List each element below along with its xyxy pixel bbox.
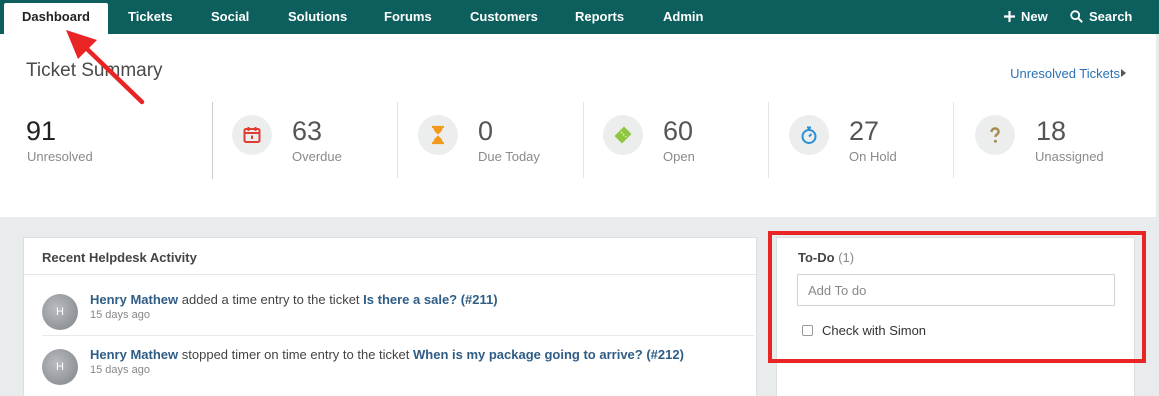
unresolved-tickets-link[interactable]: Unresolved Tickets <box>1010 66 1120 81</box>
avatar[interactable]: H <box>42 294 78 330</box>
todo-count: (1) <box>838 250 855 265</box>
divider <box>768 102 769 178</box>
avatar[interactable]: H <box>42 349 78 385</box>
todo-title: To-Do <box>798 250 835 265</box>
tab-admin[interactable]: Admin <box>663 0 703 34</box>
ticket-link[interactable]: When is my package going to arrive? (#21… <box>413 347 684 362</box>
ticket-link[interactable]: Is there a sale? (#211) <box>363 292 497 307</box>
search-icon <box>1070 9 1083 23</box>
calendar-icon <box>232 115 272 155</box>
stat-label: Overdue <box>292 149 342 164</box>
stat-open[interactable]: 60 Open <box>603 102 768 178</box>
divider <box>953 102 954 178</box>
stat-label: Unassigned <box>1035 149 1104 164</box>
stat-label: Open <box>663 149 695 164</box>
stat-value: 63 <box>292 116 323 146</box>
todo-panel: To-Do (1) Check with Simon <box>776 237 1135 396</box>
timestamp: 15 days ago <box>90 309 150 321</box>
tab-customers[interactable]: Customers <box>470 0 538 34</box>
stat-due-today[interactable]: 0 Due Today <box>418 102 583 178</box>
search-button[interactable]: Search <box>1070 0 1132 34</box>
new-button[interactable]: New <box>1004 0 1048 34</box>
hourglass-icon <box>418 115 458 155</box>
stat-unassigned[interactable]: 18 Unassigned <box>975 102 1135 178</box>
tab-reports[interactable]: Reports <box>575 0 624 34</box>
question-icon <box>975 115 1015 155</box>
todo-item-label: Check with Simon <box>822 323 927 338</box>
page-title: Ticket Summary <box>26 60 163 81</box>
stat-value: 91 <box>26 116 57 146</box>
activity-text: Henry Mathew added a time entry to the t… <box>90 292 498 307</box>
divider <box>42 335 754 336</box>
stat-on-hold[interactable]: 27 On Hold <box>789 102 953 178</box>
divider <box>583 102 584 178</box>
activity-action: added a time entry to the ticket <box>181 292 360 307</box>
stopwatch-icon <box>789 115 829 155</box>
ticket-icon <box>603 115 643 155</box>
timestamp: 15 days ago <box>90 364 150 376</box>
stat-value: 27 <box>849 116 880 146</box>
stat-label: Unresolved <box>27 149 93 164</box>
todo-checkbox[interactable] <box>802 325 813 336</box>
activity-action: stopped timer on time entry to the ticke… <box>181 347 410 362</box>
panel-title: Recent Helpdesk Activity <box>42 250 197 265</box>
stat-value: 18 <box>1036 116 1067 146</box>
divider <box>212 102 213 179</box>
user-link[interactable]: Henry Mathew <box>90 292 178 307</box>
activity-text: Henry Mathew stopped timer on time entry… <box>90 347 684 362</box>
recent-activity-panel: Recent Helpdesk Activity H Henry Mathew … <box>23 237 757 396</box>
stat-value: 60 <box>663 116 694 146</box>
panel-title: To-Do (1) <box>798 250 854 265</box>
stat-label: Due Today <box>478 149 540 164</box>
tab-tickets[interactable]: Tickets <box>128 0 173 34</box>
ticket-summary-card: Ticket Summary Unresolved Tickets 91 Unr… <box>0 34 1159 217</box>
add-todo-input[interactable] <box>797 274 1115 306</box>
new-button-label: New <box>1021 9 1048 24</box>
user-link[interactable]: Henry Mathew <box>90 347 178 362</box>
tab-social[interactable]: Social <box>211 0 249 34</box>
tab-solutions[interactable]: Solutions <box>288 0 347 34</box>
top-nav-bar: Dashboard Tickets Social Solutions Forum… <box>0 0 1159 34</box>
divider <box>24 274 756 275</box>
tab-forums[interactable]: Forums <box>384 0 432 34</box>
search-button-label: Search <box>1089 9 1133 24</box>
stat-label: On Hold <box>849 149 897 164</box>
tab-dashboard[interactable]: Dashboard <box>4 3 108 34</box>
stat-overdue[interactable]: 63 Overdue <box>232 102 397 178</box>
stat-value: 0 <box>478 116 494 146</box>
stat-unresolved[interactable]: 91 Unresolved <box>0 102 212 178</box>
plus-icon <box>1004 10 1015 22</box>
caret-right-icon <box>1121 69 1126 77</box>
divider <box>397 102 398 178</box>
